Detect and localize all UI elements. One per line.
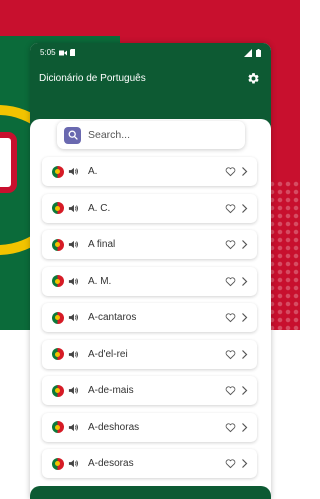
- word-label: A-d'el-rei: [88, 348, 128, 360]
- heart-icon[interactable]: [225, 166, 236, 177]
- search-bar[interactable]: [57, 121, 245, 149]
- word-label: A-desoras: [88, 458, 134, 469]
- chevron-right-icon[interactable]: [240, 385, 249, 396]
- portugal-flag-icon: [52, 421, 64, 433]
- chevron-right-icon[interactable]: [240, 166, 249, 177]
- word-row[interactable]: A final: [42, 230, 257, 259]
- chevron-right-icon[interactable]: [240, 276, 249, 287]
- battery-icon: [256, 48, 261, 57]
- speaker-icon[interactable]: [68, 203, 79, 214]
- speaker-icon[interactable]: [68, 166, 79, 177]
- search-icon-box: [64, 126, 81, 144]
- search-input[interactable]: [88, 129, 228, 141]
- speaker-icon[interactable]: [68, 312, 79, 323]
- speaker-icon[interactable]: [68, 239, 79, 250]
- heart-icon[interactable]: [225, 349, 236, 360]
- status-bar: 5:05: [30, 43, 271, 59]
- app-header: 5:05 Dicionário de Português: [30, 43, 271, 131]
- app-title: Dicionário de Português: [39, 72, 146, 84]
- word-label: A.: [88, 166, 98, 177]
- word-list: A. A. C. A final A. M. A-cantaros A-d'el-rei A…: [42, 157, 257, 486]
- word-label: A-deshoras: [88, 421, 140, 433]
- portugal-flag-icon: [52, 457, 64, 470]
- chevron-right-icon[interactable]: [240, 458, 249, 469]
- settings-button[interactable]: [245, 70, 261, 86]
- word-row[interactable]: A-de-mais: [42, 376, 257, 405]
- word-label: A. C.: [88, 202, 111, 214]
- portugal-flag-icon: [52, 238, 64, 251]
- chevron-right-icon[interactable]: [240, 312, 249, 323]
- portugal-flag-icon: [52, 275, 64, 287]
- chevron-right-icon[interactable]: [240, 349, 249, 360]
- speaker-icon[interactable]: [68, 385, 79, 396]
- word-label: A final: [88, 239, 116, 250]
- heart-icon[interactable]: [225, 458, 236, 469]
- word-row[interactable]: A-deshoras: [42, 412, 257, 442]
- sd-card-icon: [69, 49, 75, 56]
- portugal-flag-icon: [52, 384, 64, 397]
- speaker-icon[interactable]: [68, 276, 79, 287]
- word-row[interactable]: A-cantaros: [42, 303, 257, 332]
- word-label: A. M.: [88, 275, 112, 287]
- background-red-top: [0, 0, 300, 36]
- portugal-flag-icon: [52, 165, 64, 178]
- chevron-right-icon[interactable]: [240, 422, 249, 433]
- word-row[interactable]: A. C.: [42, 193, 257, 223]
- content-area: A. A. C. A final A. M. A-cantaros A-d'el-rei A…: [30, 119, 271, 499]
- word-row[interactable]: A. M.: [42, 266, 257, 296]
- app-bar: Dicionário de Português: [30, 59, 271, 91]
- word-row[interactable]: A-d'el-rei: [42, 339, 257, 369]
- chevron-right-icon[interactable]: [240, 203, 249, 214]
- heart-icon[interactable]: [225, 385, 236, 396]
- word-label: A-de-mais: [88, 385, 134, 396]
- bottom-bar: [30, 486, 271, 499]
- portugal-flag-icon: [52, 311, 64, 324]
- speaker-icon[interactable]: [68, 458, 79, 469]
- speaker-icon[interactable]: [68, 422, 79, 433]
- status-time: 5:05: [40, 48, 56, 57]
- portugal-flag-icon: [52, 348, 64, 360]
- portugal-flag-icon: [52, 202, 64, 214]
- chevron-right-icon[interactable]: [240, 239, 249, 250]
- phone-screen: 5:05 Dicionário de Português Search... A…: [30, 43, 271, 499]
- search-icon: [68, 130, 78, 140]
- gear-icon: [247, 72, 259, 83]
- heart-icon[interactable]: [225, 239, 236, 250]
- word-label: A-cantaros: [88, 312, 137, 323]
- heart-icon[interactable]: [225, 203, 236, 214]
- heart-icon[interactable]: [225, 276, 236, 287]
- word-row[interactable]: A.: [42, 157, 257, 186]
- video-record-icon: [58, 50, 67, 55]
- word-row[interactable]: A-desoras: [42, 449, 257, 478]
- signal-icon: [244, 48, 252, 57]
- heart-icon[interactable]: [225, 312, 236, 323]
- speaker-icon[interactable]: [68, 349, 79, 360]
- heart-icon[interactable]: [225, 422, 236, 433]
